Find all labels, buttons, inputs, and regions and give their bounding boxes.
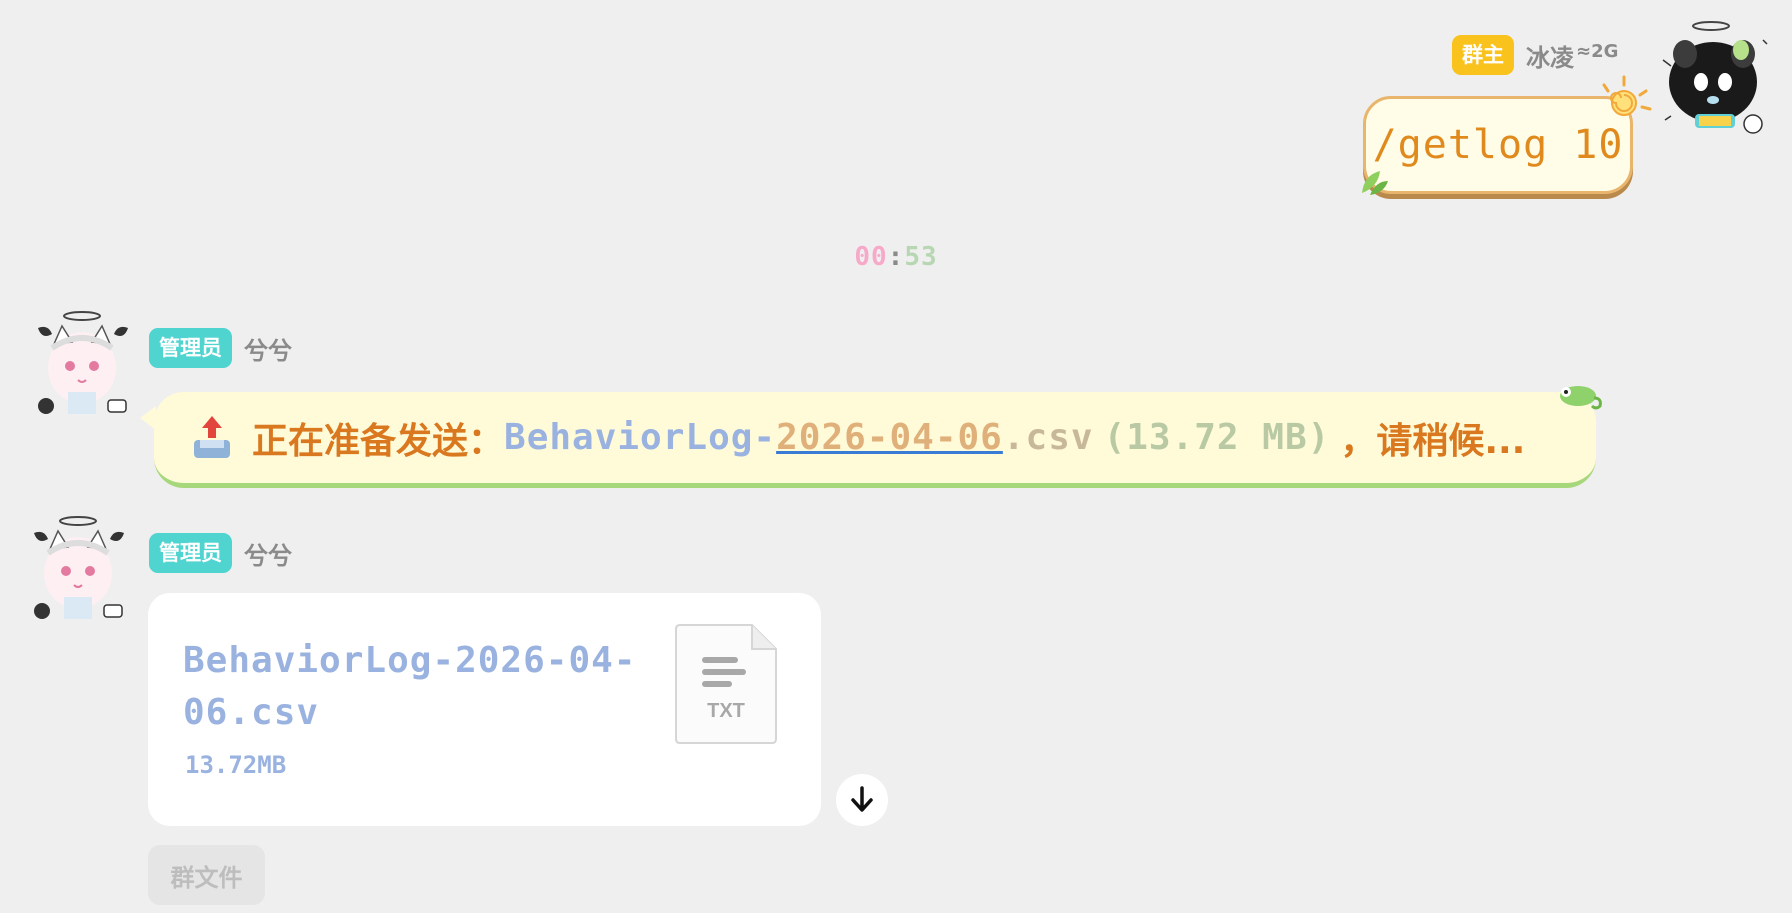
chameleon-sticker-icon bbox=[1560, 386, 1602, 410]
admin-name-row-1: 管理员 兮兮 bbox=[149, 328, 292, 368]
svg-text:TXT: TXT bbox=[707, 700, 745, 722]
admin-sender-name[interactable]: 兮兮 bbox=[244, 331, 292, 366]
status-message-bubble[interactable]: 正在准备发送： BehaviorLog-2026-04-06.csv (13.7… bbox=[140, 386, 1602, 488]
admin-avatar-1[interactable] bbox=[24, 308, 142, 426]
network-signal-icon: ≈2G bbox=[1576, 40, 1619, 62]
filename-link[interactable]: BehaviorLog-2026-04-06.csv bbox=[504, 417, 1094, 458]
sun-sticker-icon bbox=[1602, 75, 1652, 116]
file-card[interactable]: BehaviorLog-2026-04-06.csv 13.72MB TXT bbox=[148, 593, 821, 826]
leaf-sticker-icon bbox=[1362, 171, 1388, 195]
txt-file-icon: TXT bbox=[675, 624, 777, 744]
upload-tray-icon bbox=[194, 415, 230, 458]
command-bubble[interactable]: /getlog 10 bbox=[1362, 75, 1652, 195]
chat-window: 群主 冰凌 ≈2G /getlog 10 00:53 管理员 兮兮 正在准备发送… bbox=[0, 0, 1792, 913]
file-size-text: (13.72 MB) bbox=[1103, 417, 1331, 458]
file-size: 13.72MB bbox=[185, 751, 287, 779]
admin-badge: 管理员 bbox=[149, 533, 232, 573]
owner-avatar[interactable] bbox=[1655, 20, 1773, 138]
status-message-text: 正在准备发送： BehaviorLog-2026-04-06.csv (13.7… bbox=[190, 412, 1525, 464]
owner-badge: 群主 bbox=[1452, 35, 1514, 75]
owner-sender-name[interactable]: 冰凌 ≈2G bbox=[1526, 38, 1618, 73]
admin-name-row-2: 管理员 兮兮 bbox=[149, 533, 292, 573]
command-text: /getlog 10 bbox=[1372, 122, 1624, 168]
group-file-button[interactable]: 群文件 bbox=[148, 845, 265, 905]
admin-badge: 管理员 bbox=[149, 328, 232, 368]
download-button[interactable] bbox=[836, 774, 888, 826]
admin-sender-name[interactable]: 兮兮 bbox=[244, 536, 292, 571]
owner-name-row: 群主 冰凌 ≈2G bbox=[1452, 35, 1618, 75]
arrow-down-icon bbox=[851, 786, 873, 812]
time-divider: 00:53 bbox=[854, 242, 938, 272]
admin-avatar-2[interactable] bbox=[20, 513, 138, 631]
file-name: BehaviorLog-2026-04-06.csv bbox=[183, 640, 637, 733]
